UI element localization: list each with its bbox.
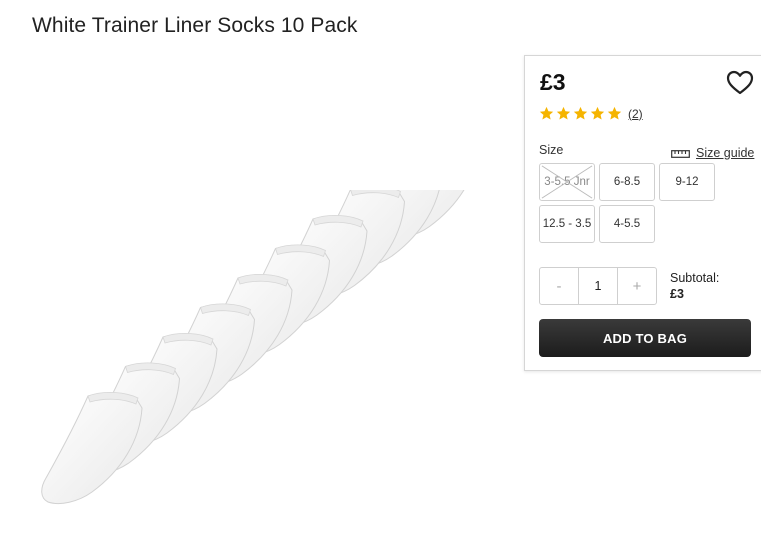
subtotal-label: Subtotal: xyxy=(670,271,720,285)
size-option-label: 9-12 xyxy=(675,176,699,188)
size-option-12-5-3-5[interactable]: 12.5 - 3.5 xyxy=(539,205,595,243)
size-label: Size xyxy=(539,143,564,157)
decrease-quantity-button[interactable]: - xyxy=(540,268,578,304)
review-count-link[interactable]: (2) xyxy=(628,107,643,121)
size-option-label: 6-8.5 xyxy=(613,176,641,188)
subtotal-value: £3 xyxy=(670,287,684,301)
quantity-stepper: - 1 + xyxy=(539,267,657,305)
size-option-label: 12.5 - 3.5 xyxy=(542,218,592,230)
size-option-4-5-5[interactable]: 4-5.5 xyxy=(599,205,655,243)
star-icon xyxy=(573,106,588,120)
size-option-3-5-5-jnr[interactable]: 3-5.5 Jnr xyxy=(539,163,595,201)
product-title: White Trainer Liner Socks 10 Pack xyxy=(32,14,358,37)
star-rating: (2) xyxy=(539,106,643,121)
size-guide-label: Size guide xyxy=(696,146,755,160)
heart-icon[interactable] xyxy=(726,70,754,96)
quantity-input[interactable]: 1 xyxy=(578,268,618,304)
price: £3 xyxy=(540,69,566,95)
subtotal: Subtotal: £3 xyxy=(670,270,719,302)
star-icon xyxy=(539,106,554,120)
size-option-9-12[interactable]: 9-12 xyxy=(659,163,715,201)
unavailable-cross-icon xyxy=(541,165,593,199)
ruler-icon xyxy=(671,150,690,158)
size-option-label: 4-5.5 xyxy=(613,218,641,230)
product-image xyxy=(41,190,465,505)
star-icon xyxy=(556,106,571,120)
add-to-bag-button[interactable]: ADD TO BAG xyxy=(539,319,751,357)
increase-quantity-button[interactable]: + xyxy=(618,268,656,304)
size-option-6-8-5[interactable]: 6-8.5 xyxy=(599,163,655,201)
size-guide-link[interactable]: Size guide xyxy=(671,146,754,160)
sock xyxy=(41,392,143,505)
star-icon xyxy=(590,106,605,120)
purchase-panel: £3 (2) Size Size guide 3-5.5 Jnr 6-8.5 9… xyxy=(524,55,761,371)
star-icon xyxy=(607,106,622,120)
